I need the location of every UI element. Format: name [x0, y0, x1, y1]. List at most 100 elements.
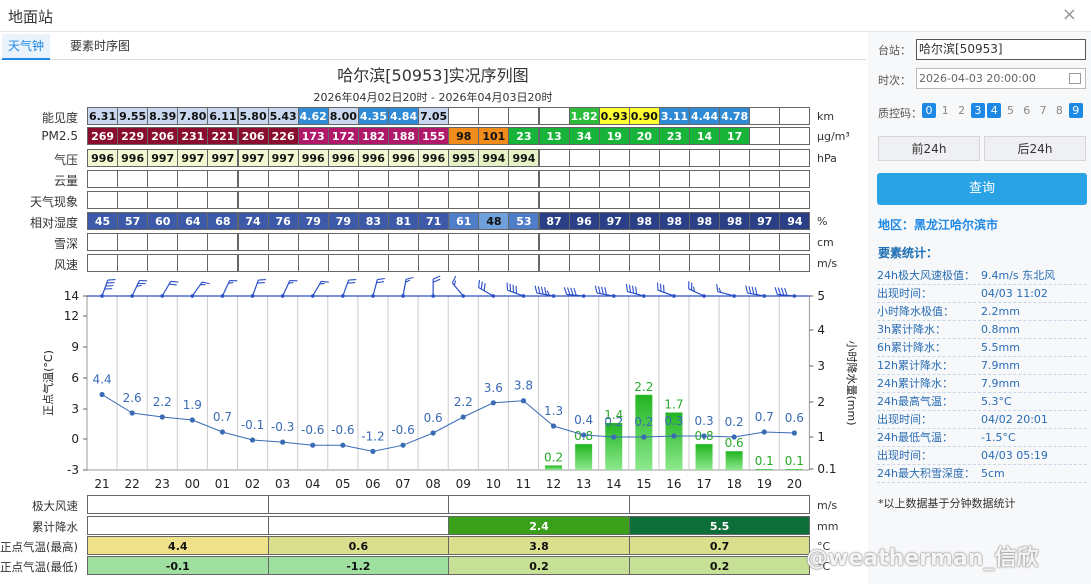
stat-value: 7.9mm: [981, 377, 1020, 390]
temperature-label: 0.3: [695, 414, 714, 428]
summary-label: 累计降水: [32, 520, 78, 534]
stat-key: 3h累计降水：: [877, 323, 946, 336]
temperature-label: 0.6: [785, 411, 804, 425]
y-tick-left: 9: [71, 340, 79, 354]
y-tick-right: 4: [817, 323, 825, 337]
x-tick-label: 10: [486, 477, 501, 491]
summary-cell: 7: [87, 495, 269, 514]
y-tick-right: 2: [817, 395, 825, 409]
temperature-label: 2.2: [153, 395, 172, 409]
qc-code-6[interactable]: 6: [1020, 103, 1034, 118]
wind-barb-icon: [190, 281, 210, 298]
query-button[interactable]: 查询: [877, 173, 1087, 205]
x-tick-label: 06: [365, 477, 380, 491]
stat-key: 24h最高气温：: [877, 395, 953, 408]
y-tick-right: 1: [817, 430, 825, 444]
temperature-label: -1.2: [361, 429, 384, 443]
stat-value: 5.5mm: [981, 341, 1020, 354]
y-tick-right: 3: [817, 359, 825, 373]
station-input[interactable]: 哈尔滨[50953]: [916, 39, 1086, 60]
temperature-point: [99, 391, 105, 398]
x-tick-label: 07: [395, 477, 410, 491]
y-axis-right-label: 小时降水量(mm): [845, 340, 859, 425]
stat-row: 出现时间： 04/02 20:01: [877, 411, 1087, 429]
next-24h-button[interactable]: 后24h: [984, 136, 1086, 161]
temperature-point: [370, 448, 376, 454]
time-input[interactable]: 2026-04-03 20:00:00: [916, 68, 1086, 89]
qc-code-3[interactable]: 3: [970, 103, 985, 118]
y-tick-left: 0: [71, 432, 79, 446]
temperature-point: [400, 442, 406, 448]
summary-cell: 0.0: [267, 516, 450, 535]
stat-key: 出现时间：: [877, 449, 932, 462]
wind-barb-icon: [160, 280, 179, 298]
qc-label: 质控码：: [878, 107, 922, 120]
close-icon[interactable]: ×: [1062, 4, 1077, 25]
stat-key: 小时降水极值：: [877, 305, 954, 318]
wind-barb-icon: [130, 280, 147, 298]
y-tick-left: 12: [64, 309, 79, 323]
temperature-label: 3.6: [484, 381, 503, 395]
precip-label: 1.7: [664, 398, 683, 412]
x-tick-label: 23: [155, 477, 170, 491]
y-tick-right: 0.1: [817, 462, 836, 476]
qc-code-0[interactable]: 0: [922, 103, 936, 118]
qc-code-1[interactable]: 1: [938, 103, 952, 118]
temperature-point: [641, 434, 647, 440]
summary-label: 正点气温(最低): [0, 560, 78, 574]
qc-code-9[interactable]: 9: [1068, 103, 1083, 118]
summary-cell: -0.1: [87, 556, 269, 575]
qc-code-4[interactable]: 4: [987, 103, 1002, 118]
stat-key: 出现时间：: [877, 287, 932, 300]
temperature-label: 1.9: [183, 398, 202, 412]
time-label: 时次：: [878, 74, 911, 87]
temperature-label: 2.2: [454, 395, 473, 409]
wind-barb-icon: [310, 280, 329, 298]
summary-cell: 3.8: [448, 536, 630, 555]
stat-row: 出现时间： 04/03 05:19: [877, 447, 1087, 465]
prev-24h-button[interactable]: 前24h: [878, 136, 980, 161]
temperature-label: 0.2: [725, 415, 744, 429]
temperature-label: 0.7: [755, 410, 774, 424]
summary-cell: 2.4: [448, 516, 630, 535]
time-value: 2026-04-03 20:00:00: [919, 72, 1036, 85]
x-tick-label: 15: [636, 477, 651, 491]
stat-value: -1.5°C: [981, 431, 1016, 444]
precip-bar: [635, 394, 653, 470]
precip-label: 0.1: [755, 454, 774, 468]
temperature-point: [310, 442, 316, 448]
temperature-label: -0.6: [391, 423, 414, 437]
summary-cell: 7.3: [628, 495, 811, 514]
qc-code-8[interactable]: 8: [1052, 103, 1066, 118]
precip-bar: [545, 465, 563, 470]
stat-key: 12h累计降水：: [877, 359, 953, 372]
calendar-icon[interactable]: [1069, 73, 1081, 84]
x-tick-label: 00: [185, 477, 200, 491]
qc-code-2[interactable]: 2: [955, 103, 969, 118]
summary-cell: 0.6: [267, 536, 450, 555]
temperature-point: [430, 430, 436, 436]
qc-code-5[interactable]: 5: [1004, 103, 1018, 118]
summary-cell: 0.2: [628, 556, 811, 575]
temperature-point: [761, 429, 767, 435]
x-tick-label: 20: [787, 477, 802, 491]
temperature-point: [731, 434, 737, 440]
ground-station-window: 地面站 × 天气钟 要素时序图 哈尔滨[50953]实况序列图 2026年04月…: [0, 0, 1091, 584]
stat-value: 5.3°C: [981, 395, 1012, 408]
x-tick-label: 09: [456, 477, 471, 491]
temperature-point: [340, 442, 346, 448]
stat-key: 24h极大风速极值：: [877, 269, 975, 282]
x-tick-label: 05: [335, 477, 350, 491]
precip-label: 0.1: [785, 454, 804, 468]
x-tick-label: 08: [426, 477, 441, 491]
wind-barb-icon: [431, 275, 441, 298]
qc-code-7[interactable]: 7: [1036, 103, 1050, 118]
stat-key: 6h累计降水：: [877, 341, 946, 354]
temperature-point: [129, 410, 135, 416]
stat-row: 24h最高气温： 5.3°C: [877, 393, 1087, 411]
stat-value: 04/03 11:02: [981, 287, 1048, 300]
side-panel: 台站： 哈尔滨[50953] 时次： 2026-04-03 20:00:00 质…: [868, 32, 1091, 584]
summary-cell: 4.6: [267, 495, 450, 514]
precip-bar: [695, 444, 713, 470]
x-tick-label: 18: [727, 477, 742, 491]
